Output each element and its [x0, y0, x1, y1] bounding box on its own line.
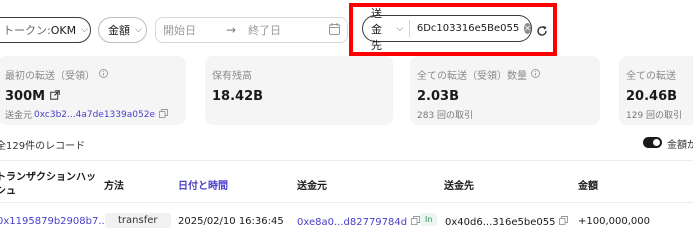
divider [0, 202, 693, 203]
total-transfers-card: 全ての転送 20.46B 129 回の取引 [619, 56, 693, 125]
arrow-right-icon: → [226, 23, 237, 37]
card-title: 全ての転送（受領）数量 [417, 71, 527, 82]
record-count: 全129件のレコード [0, 141, 86, 152]
card-value: 2.03B [417, 89, 459, 104]
column-header-from: 送金元 [297, 181, 327, 192]
card-value: 300M [5, 89, 46, 104]
card-title: 全ての転送 [626, 71, 676, 82]
refresh-icon[interactable] [536, 22, 548, 41]
calendar-icon[interactable] [329, 23, 340, 38]
start-date-input[interactable]: 開始日 [163, 22, 196, 38]
highlight-box [349, 3, 557, 56]
tx-time: 2025/02/10 16:36:45 [178, 216, 284, 227]
column-header-time[interactable]: 日付と時間 [178, 177, 228, 192]
chevron-down-icon: ⌵ [81, 25, 88, 35]
card-title: 最初の転送（受領） [5, 71, 95, 82]
token-filter-label: トークン: [3, 24, 51, 37]
amount-toggle[interactable] [643, 137, 662, 148]
card-subtext: 129 回の取引 [626, 111, 683, 121]
copy-icon[interactable] [411, 216, 421, 228]
amount-filter-label: 金額 [108, 24, 130, 37]
info-icon[interactable] [99, 68, 108, 81]
copy-icon[interactable] [159, 108, 168, 121]
external-link-icon[interactable] [50, 89, 60, 104]
transfer-count-card: 全ての転送（受領）数量 2.03B 283 回の取引 [410, 56, 600, 125]
card-title: 保有残高 [212, 71, 252, 82]
column-header-to: 送金先 [444, 181, 474, 192]
date-range-picker[interactable]: 開始日 → 終了日 [155, 17, 348, 43]
token-filter-value: OKM [50, 23, 77, 37]
column-header-method: 方法 [104, 181, 124, 192]
token-filter[interactable]: トークン: OKM ⌵ [0, 17, 91, 43]
sender-label: 送金元 [5, 111, 33, 121]
tx-hash-link[interactable]: 0x1195879b2908b7... [0, 216, 108, 227]
card-subtext: 283 回の取引 [417, 111, 474, 121]
chevron-down-icon: ⌵ [135, 25, 142, 35]
copy-icon[interactable] [559, 216, 569, 228]
to-address-text: 0x40d6...316e5be055 [445, 216, 556, 228]
from-address: 0xe8a0...d82779784d [297, 216, 421, 228]
column-header-hash: トランザクションハッシュ [0, 171, 101, 199]
info-icon[interactable] [531, 68, 540, 81]
column-header-label: トランザクションハッシュ [0, 172, 96, 197]
method-badge: transfer [105, 213, 171, 228]
divider [0, 160, 693, 161]
amount-filter[interactable]: 金額 ⌵ [98, 17, 147, 43]
end-date-input[interactable]: 終了日 [248, 22, 281, 38]
card-value: 18.42B [212, 89, 264, 104]
first-transfer-card: 最初の転送（受領） 300M 送金元 0xc3b2...4a7de1339a05… [0, 56, 186, 125]
card-value: 20.46B [626, 89, 678, 104]
amount-value: +100,000,000 [578, 216, 650, 227]
sender-address-link[interactable]: 0xc3b2...4a7de1339a052e [34, 110, 155, 120]
to-address: 0x40d6...316e5be055 [445, 216, 569, 228]
direction-badge: In [420, 213, 438, 226]
amount-toggle-label: 金額が [667, 140, 693, 151]
balance-card: 保有残高 18.42B [205, 56, 393, 125]
from-address-link[interactable]: 0xe8a0...d82779784d [297, 217, 407, 228]
column-header-amount: 金額 [578, 181, 598, 192]
